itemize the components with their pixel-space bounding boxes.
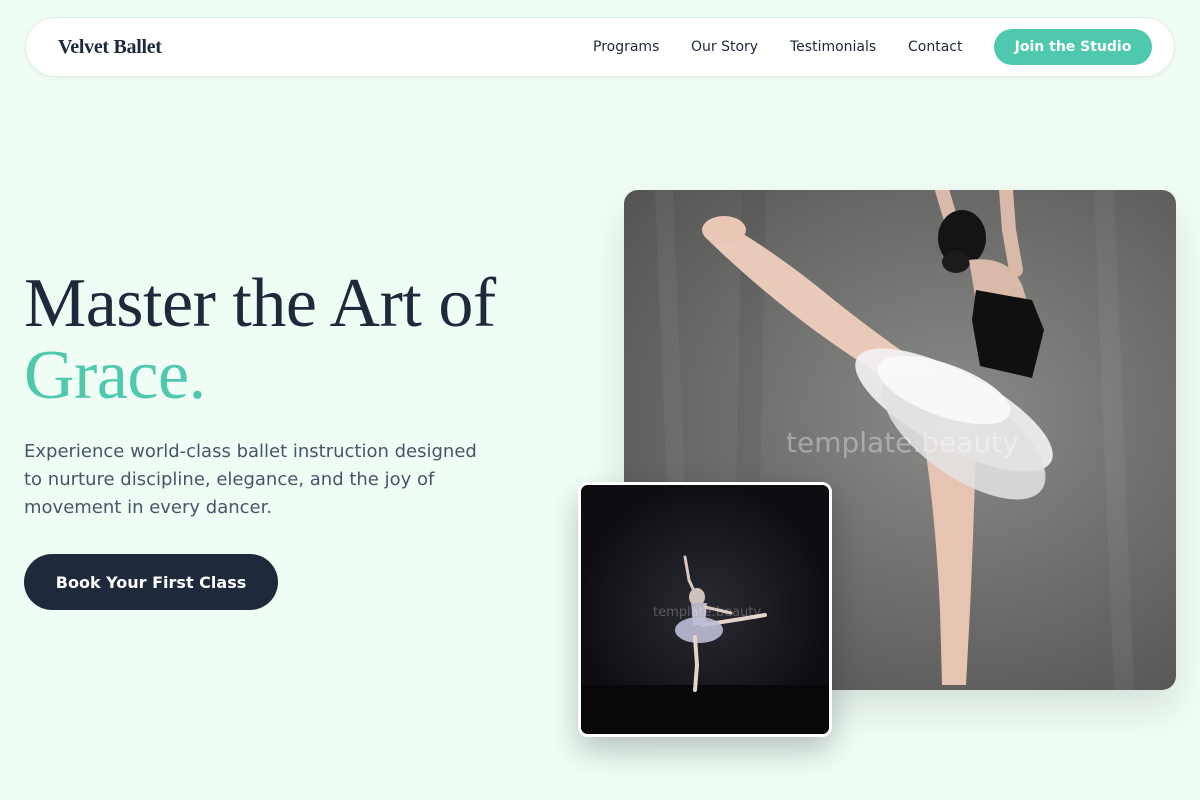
nav-link-contact[interactable]: Contact: [908, 39, 962, 55]
book-first-class-button[interactable]: Book Your First Class: [24, 554, 278, 610]
top-navbar: Velvet Ballet Programs Our Story Testimo…: [25, 17, 1175, 77]
hero-title: Master the Art of Grace.: [24, 268, 584, 412]
main-photo-watermark: template.beauty: [786, 426, 1019, 459]
hero-title-accent: Grace.: [24, 337, 206, 414]
nav-link-programs[interactable]: Programs: [593, 39, 659, 55]
nav-link-testimonials[interactable]: Testimonials: [790, 39, 876, 55]
hero-title-main: Master the Art of: [24, 265, 496, 342]
hero-subtitle: Experience world-class ballet instructio…: [24, 441, 477, 518]
small-photo-watermark: template.beauty: [653, 605, 762, 620]
nav-link-our-story[interactable]: Our Story: [691, 39, 758, 55]
ballerina-photo-small: template.beauty: [578, 482, 832, 737]
join-studio-button[interactable]: Join the Studio: [994, 29, 1152, 65]
